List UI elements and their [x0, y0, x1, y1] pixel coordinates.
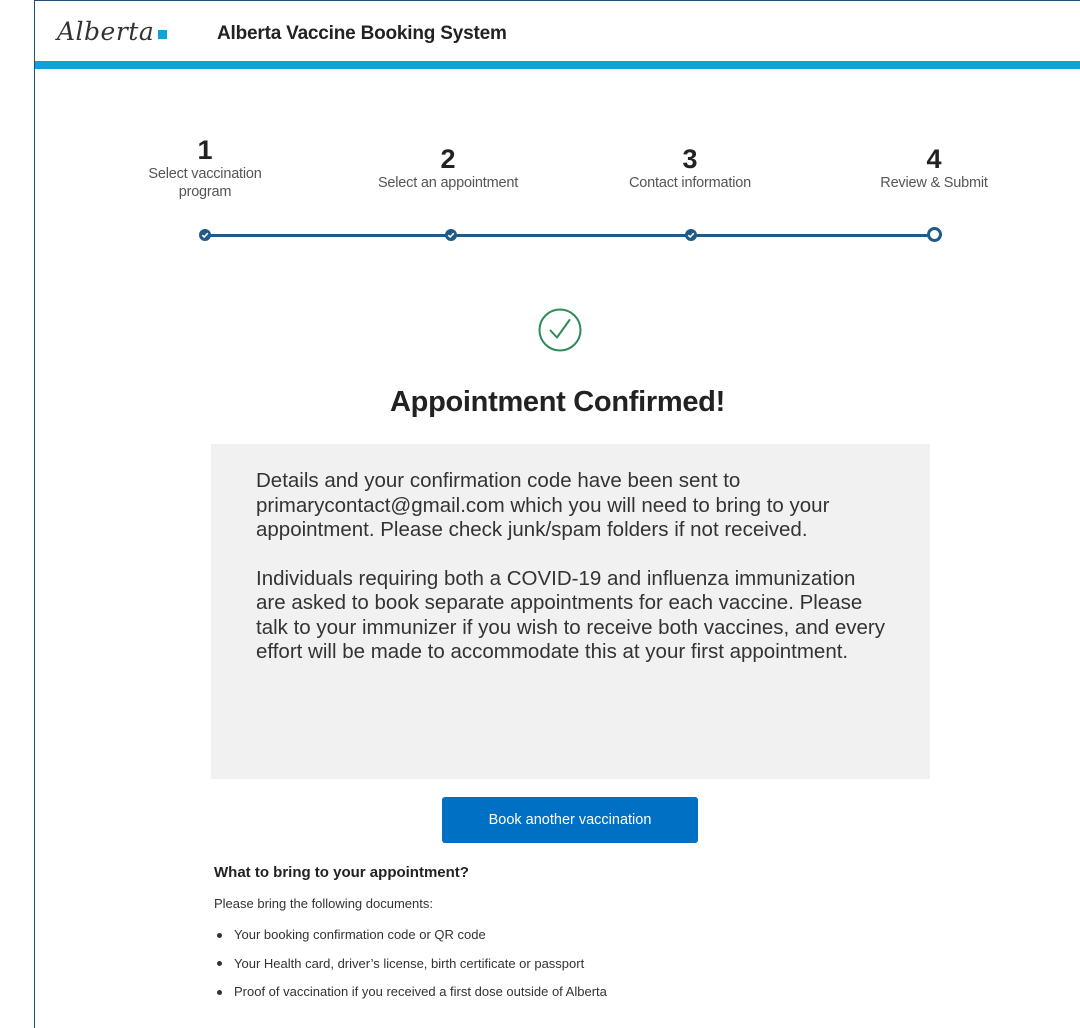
app-frame: Alberta Alberta Vaccine Booking System 1… — [34, 0, 1080, 1028]
bullet-icon — [217, 961, 222, 967]
confirmation-title: Appointment Confirmed! — [390, 386, 725, 418]
book-another-vaccination-button[interactable]: Book another vaccination — [442, 797, 698, 843]
step-1: 1 Select vaccination program — [115, 135, 295, 201]
step-2-complete-check-icon — [445, 229, 457, 241]
dual-vaccine-notice-text: Individuals requiring both a COVID-19 an… — [256, 566, 885, 664]
list-item-text: Proof of vaccination if you received a f… — [234, 984, 607, 999]
stepper-track — [205, 234, 938, 237]
what-to-bring-intro: Please bring the following documents: — [214, 896, 433, 911]
step-2: 2 Select an appointment — [358, 144, 538, 192]
list-item: Your booking confirmation code or QR cod… — [214, 921, 914, 950]
step-number: 1 — [197, 135, 213, 165]
list-item: Proof of vaccination if you received a f… — [214, 978, 914, 1007]
step-label: Select vaccination program — [115, 165, 295, 201]
step-label-line: Select vaccination — [148, 166, 262, 182]
step-number: 4 — [926, 144, 942, 174]
bullet-icon — [217, 932, 222, 938]
list-item-text: Your Health card, driver’s license, birt… — [234, 955, 585, 971]
list-item: Your Health card, driver’s license, birt… — [214, 950, 914, 979]
what-to-bring-list: Your booking confirmation code or QR cod… — [214, 921, 914, 1007]
confirmation-details-text: Details and your confirmation code have … — [256, 469, 830, 541]
step-4: 4 Review & Submit — [844, 144, 1024, 192]
step-4-current-circle-icon — [927, 227, 942, 242]
what-to-bring-heading: What to bring to your appointment? — [214, 864, 469, 881]
step-label: Review & Submit — [880, 175, 988, 191]
step-label: Contact information — [629, 175, 751, 191]
step-number: 2 — [440, 144, 456, 174]
list-item-text: Your booking confirmation code or QR cod… — [234, 927, 486, 942]
check-circle-icon — [537, 307, 583, 353]
bullet-icon — [217, 989, 222, 995]
step-3: 3 Contact information — [600, 144, 780, 192]
step-label: Select an appointment — [377, 175, 519, 191]
progress-stepper: 1 Select vaccination program 2 Select an… — [35, 1, 1080, 261]
step-3-complete-check-icon — [685, 229, 697, 241]
confirmation-details-box: Details and your confirmation code have … — [211, 444, 930, 779]
step-label-line: program — [178, 184, 232, 200]
step-number: 3 — [682, 144, 698, 174]
step-1-complete-check-icon — [199, 229, 211, 241]
